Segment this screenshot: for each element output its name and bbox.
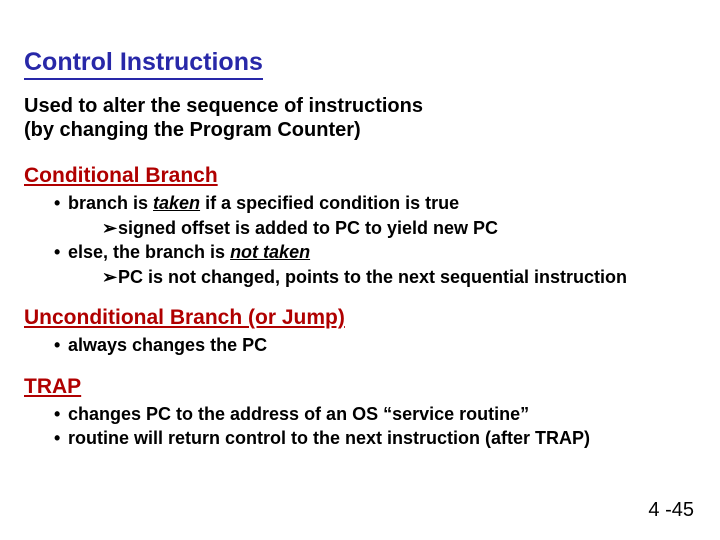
heading-unconditional-branch-text: Unconditional Branch (or Jump) [24, 306, 345, 329]
page-number: 4 -45 [648, 499, 694, 522]
text: else, the branch is [68, 242, 230, 262]
bullet-icon: • [54, 241, 68, 264]
text: always changes the PC [68, 335, 267, 355]
bullet-icon: • [54, 334, 68, 357]
text: if a specified condition is true [200, 193, 459, 213]
heading-trap-text: TRAP [24, 375, 81, 398]
arrow-icon: ➢ [102, 217, 118, 240]
text: routine will return control to the next … [68, 428, 590, 448]
bullet-trap-service-routine: •changes PC to the address of an OS “ser… [54, 403, 696, 426]
intro-line-1: Used to alter the sequence of instructio… [24, 95, 423, 117]
bullet-icon: • [54, 403, 68, 426]
text: signed offset is added to PC to yield ne… [118, 218, 498, 238]
spacer [24, 359, 696, 369]
bullet-icon: • [54, 427, 68, 450]
bullet-trap-return-control: •routine will return control to the next… [54, 427, 696, 450]
text: branch is [68, 193, 153, 213]
text: PC is not changed, points to the next se… [118, 267, 627, 287]
em-not-taken: not taken [230, 242, 310, 262]
slide: Control Instructions Used to alter the s… [0, 0, 720, 540]
heading-unconditional-branch: Unconditional Branch (or Jump) [24, 306, 696, 330]
intro-line-2: (by changing the Program Counter) [24, 119, 361, 141]
em-taken: taken [153, 193, 200, 213]
spacer [24, 290, 696, 300]
heading-conditional-branch-text: Conditional Branch [24, 164, 218, 187]
intro-text: Used to alter the sequence of instructio… [24, 94, 696, 142]
heading-conditional-branch: Conditional Branch [24, 164, 696, 188]
heading-trap: TRAP [24, 375, 696, 399]
subbullet-pc-not-changed: ➢PC is not changed, points to the next s… [102, 266, 696, 289]
arrow-icon: ➢ [102, 266, 118, 289]
bullet-always-changes-pc: •always changes the PC [54, 334, 696, 357]
bullet-icon: • [54, 192, 68, 215]
text: changes PC to the address of an OS “serv… [68, 404, 529, 424]
bullet-branch-taken: •branch is taken if a specified conditio… [54, 192, 696, 215]
bullet-branch-not-taken: •else, the branch is not taken [54, 241, 696, 264]
subbullet-signed-offset: ➢signed offset is added to PC to yield n… [102, 217, 696, 240]
slide-title: Control Instructions [24, 48, 263, 80]
